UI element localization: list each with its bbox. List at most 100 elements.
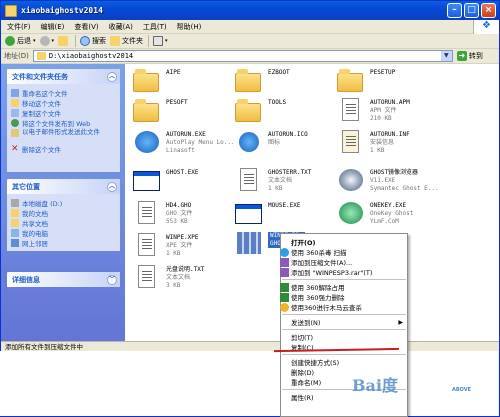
360-antivirus-icon bbox=[280, 247, 289, 257]
exe-window-icon bbox=[133, 171, 160, 191]
360-delete-icon bbox=[280, 292, 289, 302]
views-button[interactable]: ▾ bbox=[153, 36, 168, 46]
document-icon bbox=[342, 98, 359, 121]
folder-icon bbox=[36, 52, 46, 60]
360-cloud-scan-icon bbox=[280, 302, 289, 312]
back-button[interactable]: 后退 ▾ bbox=[5, 36, 36, 46]
menu-360-scan[interactable]: 使用 360杀毒 扫描 bbox=[280, 247, 407, 257]
menu-add-to-rar[interactable]: 添加到 "WINPESP3.rar"(T) bbox=[280, 267, 407, 277]
menu-edit[interactable]: 编辑(E) bbox=[41, 22, 65, 32]
place-network[interactable]: 网上邻居 bbox=[7, 238, 120, 248]
close-button[interactable]: × bbox=[481, 3, 496, 18]
folder-icon bbox=[133, 69, 159, 92]
forward-arrow-icon bbox=[39, 36, 50, 46]
task-delete[interactable]: ✕ 删除这个文件 bbox=[7, 144, 120, 155]
file-item[interactable]: ONEKEY.EXE OneKey Ghost YLmF.CoM bbox=[337, 200, 447, 226]
details-panel: 详细信息 ﹀ bbox=[7, 272, 120, 287]
file-item[interactable]: EZBOOT bbox=[235, 67, 345, 93]
file-item[interactable]: TOOLS bbox=[235, 97, 345, 123]
document-icon bbox=[138, 201, 155, 224]
place-local-disk[interactable]: 本地磁盘 (D:) bbox=[7, 198, 120, 208]
menu-help[interactable]: 帮助(H) bbox=[177, 22, 202, 32]
menu-open[interactable]: 打开(O) bbox=[281, 237, 407, 247]
file-item[interactable]: GHOST镜像浏览器 V11.EXE Symantec Ghost E... bbox=[337, 167, 447, 193]
folder-icon bbox=[235, 99, 261, 122]
up-button[interactable] bbox=[58, 36, 70, 46]
file-item[interactable]: AUTORUN.EXE AutoPlay Menu Lo... Linasoft bbox=[133, 129, 243, 155]
file-item[interactable]: 光盘说明.TXT 文本文档 3 KB bbox=[133, 264, 243, 290]
file-tasks-header[interactable]: 文件和文件夹任务 ︿ bbox=[7, 69, 120, 84]
file-item[interactable]: AIPE bbox=[133, 67, 243, 93]
file-item[interactable]: GHOSTERR.TXT 文本文档 1 KB bbox=[235, 167, 345, 193]
menu-360-force-delete[interactable]: 使用 360强力删除 bbox=[280, 292, 407, 302]
menu-bar: 文件(F) 编辑(E) 查看(V) 收藏(A) 工具(T) 帮助(H) bbox=[1, 20, 499, 34]
task-rename[interactable]: 重命名这个文件 bbox=[7, 88, 120, 98]
ghost-viewer-icon bbox=[339, 169, 363, 191]
menu-cut[interactable]: 剪切(T) bbox=[281, 332, 407, 342]
menu-tools[interactable]: 工具(T) bbox=[143, 22, 167, 32]
go-button[interactable]: ➜ 转到 bbox=[456, 51, 483, 61]
place-shared-documents[interactable]: 共享文档 bbox=[7, 218, 120, 228]
exe-window-icon bbox=[235, 204, 262, 224]
maximize-button[interactable]: □ bbox=[464, 3, 479, 18]
delete-x-icon: ✕ bbox=[11, 144, 19, 154]
menu-add-archive[interactable]: 添加到压缩文件(A)... bbox=[280, 257, 407, 267]
folder-icon bbox=[337, 69, 363, 92]
task-publish-web[interactable]: 将这个文件发布到 Web bbox=[7, 118, 120, 128]
task-email[interactable]: 以电子邮件形式发送此文件 bbox=[7, 128, 120, 144]
onekey-ghost-icon bbox=[339, 202, 363, 224]
other-places-header[interactable]: 其它位置 ︿ bbox=[7, 179, 120, 194]
forward-button[interactable]: ▾ bbox=[39, 36, 54, 46]
address-dropdown-icon[interactable]: ▼ bbox=[440, 51, 452, 61]
menu-send-to[interactable]: 发送到(N) ▶ bbox=[281, 317, 407, 328]
menu-favorites[interactable]: 收藏(A) bbox=[109, 22, 133, 32]
expand-icon[interactable]: ﹀ bbox=[107, 274, 117, 285]
task-move[interactable]: 移动这个文件 bbox=[7, 98, 120, 108]
file-item[interactable]: PESETUP bbox=[337, 67, 447, 93]
windows-logo-icon: ❖ bbox=[473, 20, 499, 34]
collapse-icon[interactable]: ︿ bbox=[107, 181, 117, 192]
file-item[interactable]: AUTORUN.ICO 图标 bbox=[235, 129, 345, 155]
views-icon bbox=[153, 36, 164, 46]
file-tasks-panel: 文件和文件夹任务 ︿ 重命名这个文件 移动这个文件 复制这个文件 将这个文件发布… bbox=[7, 69, 120, 172]
collapse-icon[interactable]: ︿ bbox=[107, 71, 117, 82]
search-button[interactable]: 搜索 bbox=[80, 36, 106, 46]
address-path: D:\xiaobaighostv2014 bbox=[48, 52, 134, 60]
menu-360-trojan-scan[interactable]: 使用360进行木马云查杀 bbox=[280, 302, 407, 312]
title-bar[interactable]: xiaobaighostv2014 – □ × bbox=[1, 1, 499, 20]
watermark: Bai度 bbox=[352, 376, 398, 395]
place-my-computer[interactable]: 我的电脑 bbox=[7, 228, 120, 238]
task-copy[interactable]: 复制这个文件 bbox=[7, 108, 120, 118]
360-unlock-icon bbox=[280, 282, 289, 292]
folders-button[interactable]: 文件夹 bbox=[110, 36, 143, 46]
watermark-caption: ABOVE bbox=[452, 387, 472, 393]
file-item[interactable]: HD4.GHO GHO 文件 553 KB bbox=[133, 200, 243, 226]
rename-icon bbox=[11, 89, 19, 97]
menu-create-shortcut[interactable]: 创建快捷方式(S) bbox=[281, 357, 407, 367]
file-item[interactable]: AUTORUN.APM APM 文件 210 KB bbox=[337, 97, 447, 123]
winrar-icon bbox=[280, 257, 289, 267]
file-item[interactable]: PESOFT bbox=[133, 97, 243, 123]
file-item[interactable]: WINPE.XPE XPE 文件 1 KB bbox=[133, 232, 243, 258]
menu-view[interactable]: 查看(V) bbox=[74, 22, 98, 32]
go-arrow-icon: ➜ bbox=[456, 51, 467, 61]
document-icon bbox=[138, 233, 155, 256]
file-item[interactable]: MOUSE.EXE bbox=[235, 200, 345, 226]
folders-icon bbox=[110, 36, 121, 46]
place-my-documents[interactable]: 我的文档 bbox=[7, 208, 120, 218]
address-input[interactable]: D:\xiaobaighostv2014 ▼ bbox=[32, 50, 453, 62]
file-item[interactable]: AUTORUN.INF 安装信息 1 KB bbox=[337, 129, 447, 155]
other-places-panel: 其它位置 ︿ 本地磁盘 (D:) 我的文档 共享文档 我的电脑 网上邻居 bbox=[7, 179, 120, 251]
back-arrow-icon bbox=[5, 36, 15, 46]
address-label: 地址(D) bbox=[4, 52, 29, 60]
file-item[interactable]: GHOST.EXE bbox=[133, 167, 243, 193]
disk-icon bbox=[11, 199, 19, 207]
copy-icon bbox=[11, 109, 19, 117]
desktop-background bbox=[0, 351, 498, 416]
text-document-icon bbox=[138, 265, 155, 288]
details-header[interactable]: 详细信息 ﹀ bbox=[7, 272, 120, 287]
menu-file[interactable]: 文件(F) bbox=[7, 22, 31, 32]
minimize-button[interactable]: – bbox=[447, 3, 462, 18]
toolbar: 后退 ▾ ▾ 搜索 文件夹 ▾ bbox=[1, 34, 499, 49]
menu-360-unlock[interactable]: 使用 360解除占用 bbox=[280, 282, 407, 292]
